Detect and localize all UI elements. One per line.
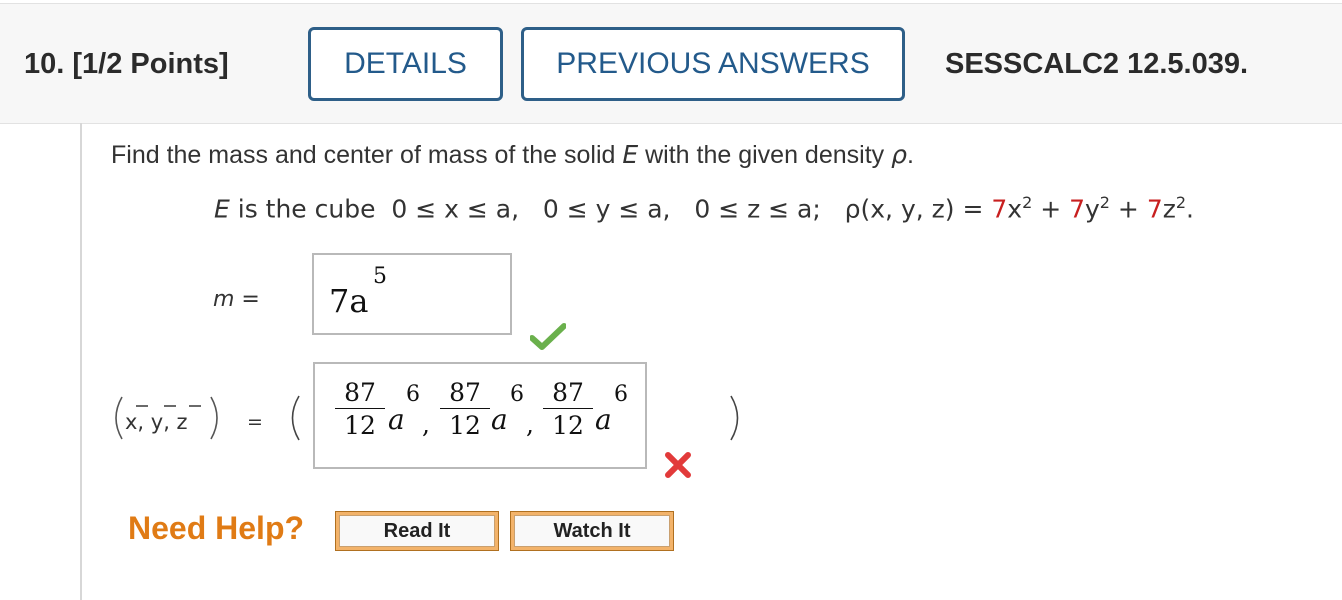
variable-a: a — [491, 403, 508, 436]
exponent: 6 — [406, 382, 420, 407]
read-it-button[interactable]: Read It — [335, 511, 499, 551]
cube-bounds: is the cube 0 ≤ x ≤ a, 0 ≤ y ≤ a, 0 ≤ z … — [229, 194, 992, 224]
check-icon — [530, 323, 566, 350]
prompt-text: Find the mass and center of mass of the … — [111, 141, 623, 169]
equals-sign: = — [247, 411, 263, 433]
mass-answer: 7a 5 — [329, 264, 387, 320]
fraction-denominator: 12 — [344, 411, 376, 440]
density-term: y — [1085, 194, 1100, 224]
exponent: 6 — [614, 382, 628, 407]
density-coefficient: 7 — [1146, 194, 1163, 224]
read-it-label: Read It — [339, 515, 495, 547]
right-paren — [730, 395, 739, 441]
fraction-denominator: 12 — [552, 411, 584, 440]
density-coefficient: 7 — [1069, 194, 1085, 224]
fraction-numerator: 87 — [335, 378, 385, 409]
fraction: 87 12 — [543, 378, 593, 440]
density-term: z — [1162, 194, 1176, 224]
mass-label: m = — [213, 287, 260, 312]
x-mark-icon — [665, 452, 691, 478]
plus-sign: + — [1032, 194, 1070, 224]
prompt-solid-var: E — [622, 140, 639, 169]
plus-sign: + — [1109, 194, 1147, 224]
center-of-mass-vars: x, y, z — [125, 410, 188, 434]
center-of-mass-label: x, y, z = — [110, 393, 310, 443]
comma: , — [526, 410, 534, 439]
period: . — [1186, 194, 1194, 224]
mass-answer-exponent: 5 — [373, 264, 387, 289]
variable-a: a — [595, 403, 612, 436]
exponent: 6 — [510, 382, 524, 407]
problem-code: SESSCALC2 12.5.039. — [945, 48, 1249, 80]
prompt-density-var: ρ — [891, 140, 907, 169]
problem-definition: E is the cube 0 ≤ x ≤ a, 0 ≤ y ≤ a, 0 ≤ … — [214, 193, 1194, 223]
prompt-text: . — [906, 141, 914, 169]
details-button[interactable]: DETAILS — [308, 27, 503, 101]
previous-answers-button[interactable]: PREVIOUS ANSWERS — [521, 27, 905, 101]
question-points: [1/2 Points] — [72, 48, 229, 80]
fraction-numerator: 87 — [440, 378, 490, 409]
density-exponent: 2 — [1099, 193, 1110, 212]
center-of-mass-answer-field[interactable]: 87 12 a 6 , 87 12 a 6 , 87 12 a 6 — [313, 362, 647, 469]
question-header: 10. [1/2 Points] DETAILS PREVIOUS ANSWER… — [0, 3, 1342, 124]
comma: , — [422, 410, 430, 439]
solid-var: E — [214, 194, 230, 224]
fraction-denominator: 12 — [449, 411, 481, 440]
mass-answer-field[interactable]: 7a 5 — [312, 253, 512, 335]
fraction: 87 12 — [440, 378, 490, 440]
watch-it-label: Watch It — [514, 515, 670, 547]
fraction: 87 12 — [335, 378, 385, 440]
content-divider — [80, 123, 82, 600]
question-title: 10. [1/2 Points] — [24, 48, 229, 81]
prompt-text: with the given density — [638, 141, 892, 169]
density-exponent: 2 — [1175, 193, 1187, 212]
question-number: 10. — [24, 48, 65, 80]
problem-prompt: Find the mass and center of mass of the … — [111, 140, 914, 170]
center-of-mass-label-graphic: x, y, z = — [115, 396, 263, 440]
fraction-numerator: 87 — [543, 378, 593, 409]
left-paren — [291, 395, 300, 441]
need-help-label: Need Help? — [128, 510, 305, 546]
density-exponent: 2 — [1022, 193, 1033, 212]
watch-it-button[interactable]: Watch It — [510, 511, 674, 551]
variable-a: a — [388, 403, 405, 436]
mass-answer-base: 7a — [329, 282, 369, 320]
density-coefficient: 7 — [991, 194, 1008, 224]
density-term: x — [1007, 194, 1023, 224]
